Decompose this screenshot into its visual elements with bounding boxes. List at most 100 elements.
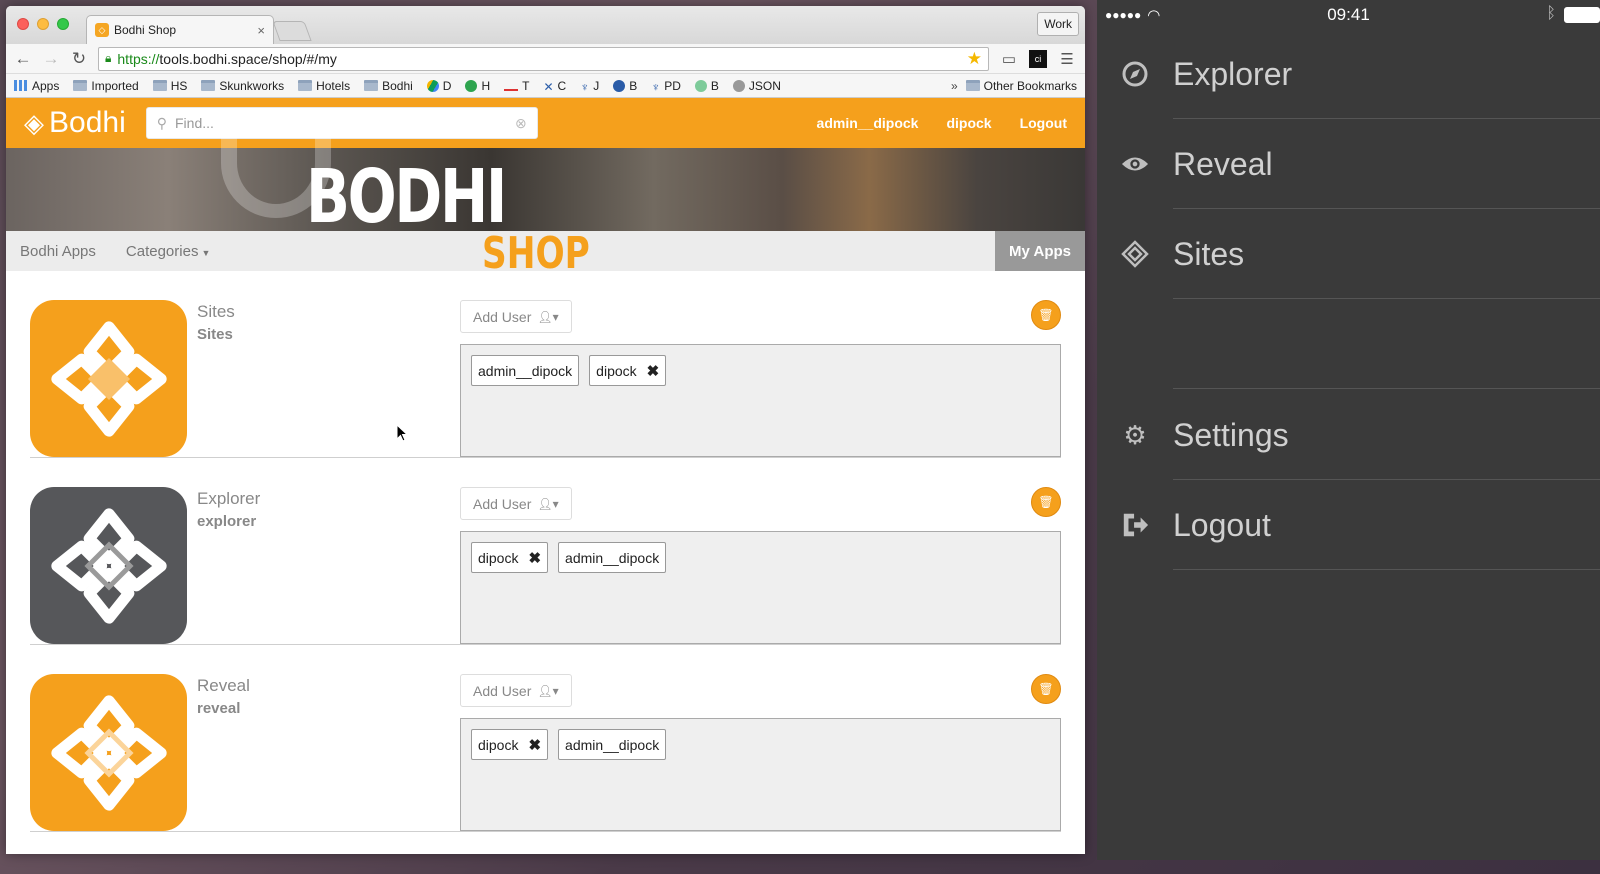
tools-icon: ✕: [543, 80, 554, 94]
maximize-window-button[interactable]: [57, 18, 69, 30]
bookmark-b2[interactable]: B: [694, 79, 719, 93]
folder-icon: [73, 80, 88, 91]
bookmark-json[interactable]: JSON: [732, 79, 781, 93]
green-dot-icon: [465, 79, 478, 92]
bodhi-apps-link[interactable]: Bodhi Apps: [20, 243, 96, 260]
bookmark-hs[interactable]: HS: [152, 79, 187, 93]
bookmark-skunkworks[interactable]: Skunkworks: [201, 79, 284, 93]
user-plus-icon: 👤︎▾: [537, 683, 559, 698]
bookmark-pd[interactable]: ♆ PD: [651, 79, 681, 95]
banner-title: BODHI: [306, 154, 507, 240]
tab-close-icon[interactable]: ×: [257, 23, 265, 38]
bluetooth-icon: ᛒ: [1546, 5, 1556, 22]
menu-item-reveal[interactable]: Reveal: [1097, 119, 1600, 209]
remove-user-icon[interactable]: ✖: [647, 362, 660, 380]
bookmark-h[interactable]: H: [465, 79, 490, 93]
search-icon: ⚲: [156, 114, 167, 131]
cloud-icon: [694, 79, 707, 92]
app-name: Sites: [197, 302, 235, 321]
bookmark-b[interactable]: B: [613, 79, 637, 93]
bookmark-star-icon[interactable]: ★: [967, 49, 982, 69]
app-id: reveal: [197, 700, 241, 717]
admin-user-link[interactable]: admin__dipock: [817, 115, 919, 131]
remove-user-icon[interactable]: ✖: [528, 549, 541, 567]
add-user-button[interactable]: Add User 👤︎▾: [460, 300, 572, 333]
back-arrow-icon[interactable]: ←: [14, 49, 32, 69]
browser-window: ◇ Bodhi Shop × Work ← → ↻ 🔒︎ https://too…: [6, 6, 1085, 854]
app-name: Reveal: [197, 676, 250, 695]
bookmark-hotels[interactable]: Hotels: [298, 79, 350, 93]
profile-button[interactable]: Work: [1037, 12, 1079, 36]
menu-item-sites[interactable]: Sites: [1097, 209, 1600, 299]
new-tab-button[interactable]: [272, 21, 312, 41]
delete-app-button[interactable]: 🗑︎: [1031, 674, 1061, 704]
bookmark-apps[interactable]: Apps: [14, 79, 59, 93]
bookmarks-overflow-button[interactable]: »: [951, 79, 958, 93]
address-bar[interactable]: 🔒︎ https://tools.bodhi.space/shop/#/my ★: [98, 46, 989, 71]
sites-app-icon: [30, 300, 187, 457]
bodhi-diamond-icon: [50, 694, 167, 811]
close-window-button[interactable]: [17, 18, 29, 30]
clear-search-icon[interactable]: ⊗: [515, 115, 527, 132]
bookmark-j[interactable]: ♆ J: [580, 79, 599, 95]
logout-link[interactable]: Logout: [1020, 115, 1067, 131]
app-row-sites: Sites Sites Add User 👤︎▾ 🗑︎ admin__dipock…: [30, 271, 1061, 458]
url-scheme: https://: [117, 50, 160, 67]
categories-dropdown[interactable]: Categories ▼: [126, 243, 210, 260]
browser-tab[interactable]: ◇ Bodhi Shop ×: [86, 15, 274, 44]
remove-user-icon[interactable]: ✖: [528, 736, 541, 754]
logout-icon: [1121, 511, 1149, 539]
menu-item-settings[interactable]: ⚙ Settings: [1097, 390, 1600, 480]
search-input[interactable]: ⚲ Find... ⊗: [145, 107, 538, 139]
bookmark-bodhi[interactable]: Bodhi: [364, 79, 413, 93]
trash-icon: 🗑︎: [1038, 495, 1054, 509]
app-id: explorer: [197, 513, 257, 530]
reload-icon[interactable]: ↻: [70, 49, 88, 69]
reveal-app-icon: [30, 674, 187, 831]
app-header: ◈ Bodhi ⚲ Find... ⊗ admin__dipock dipock…: [6, 98, 1085, 148]
menu-item-empty: [1097, 299, 1600, 389]
delete-app-button[interactable]: 🗑︎: [1031, 300, 1061, 330]
signal-icon: ●●●●●: [1105, 8, 1142, 22]
ci-extension-icon[interactable]: ci: [1029, 49, 1047, 68]
mouse-cursor-icon: [397, 425, 409, 442]
header-links: admin__dipock dipock Logout: [817, 115, 1067, 131]
trash-icon: 🗑︎: [1038, 308, 1054, 322]
menu-icon[interactable]: ☰: [1057, 50, 1077, 68]
cast-icon[interactable]: ▭: [999, 50, 1019, 68]
user-plus-icon: 👤︎▾: [537, 496, 559, 511]
bookmark-imported[interactable]: Imported: [73, 79, 139, 93]
bodhi-diamond-icon: [50, 507, 167, 624]
folder-icon: [298, 80, 313, 91]
user-link[interactable]: dipock: [946, 115, 991, 131]
app-row-explorer: Explorer explorer Add User 👤︎▾ 🗑︎ dipock ✖…: [30, 458, 1061, 645]
bookmarks-bar: Apps Imported HS Skunkworks Hotels Bodhi…: [6, 74, 1085, 98]
menu-item-explorer[interactable]: Explorer: [1097, 29, 1600, 119]
bodhi-diamond-icon: ◈: [24, 107, 44, 138]
folder-icon: [201, 80, 216, 91]
status-bar: ●●●●● ◠ 09:41 ᛒ: [1097, 0, 1600, 30]
bodhi-logo[interactable]: ◈ Bodhi: [24, 106, 126, 140]
user-plus-icon: 👤︎▾: [537, 309, 559, 324]
bodhi-favicon-icon: ◇: [95, 23, 109, 37]
user-tag: admin__dipock: [558, 729, 667, 760]
add-user-button[interactable]: Add User 👤︎▾: [460, 487, 572, 520]
my-apps-tab[interactable]: My Apps: [995, 231, 1085, 271]
minimize-window-button[interactable]: [37, 18, 49, 30]
bookmark-c[interactable]: ✕ C: [543, 79, 566, 95]
tab-title: Bodhi Shop: [114, 23, 177, 37]
bookmark-d[interactable]: D: [426, 79, 451, 93]
trash-icon: 🗑︎: [1038, 682, 1054, 696]
menu-item-logout[interactable]: Logout: [1097, 480, 1600, 570]
bookmark-t[interactable]: T: [504, 79, 529, 93]
eye-icon: [1121, 150, 1149, 178]
app-name: Explorer: [197, 489, 261, 508]
forward-arrow-icon[interactable]: →: [42, 49, 60, 69]
divider: [1173, 388, 1600, 389]
delete-app-button[interactable]: 🗑︎: [1031, 487, 1061, 517]
gear-icon: ⚙: [1123, 419, 1147, 450]
add-user-button[interactable]: Add User 👤︎▾: [460, 674, 572, 707]
user-tag: dipock ✖: [589, 355, 667, 386]
user-list: dipock ✖ admin__dipock: [460, 718, 1061, 831]
bookmark-other[interactable]: Other Bookmarks: [965, 79, 1077, 93]
